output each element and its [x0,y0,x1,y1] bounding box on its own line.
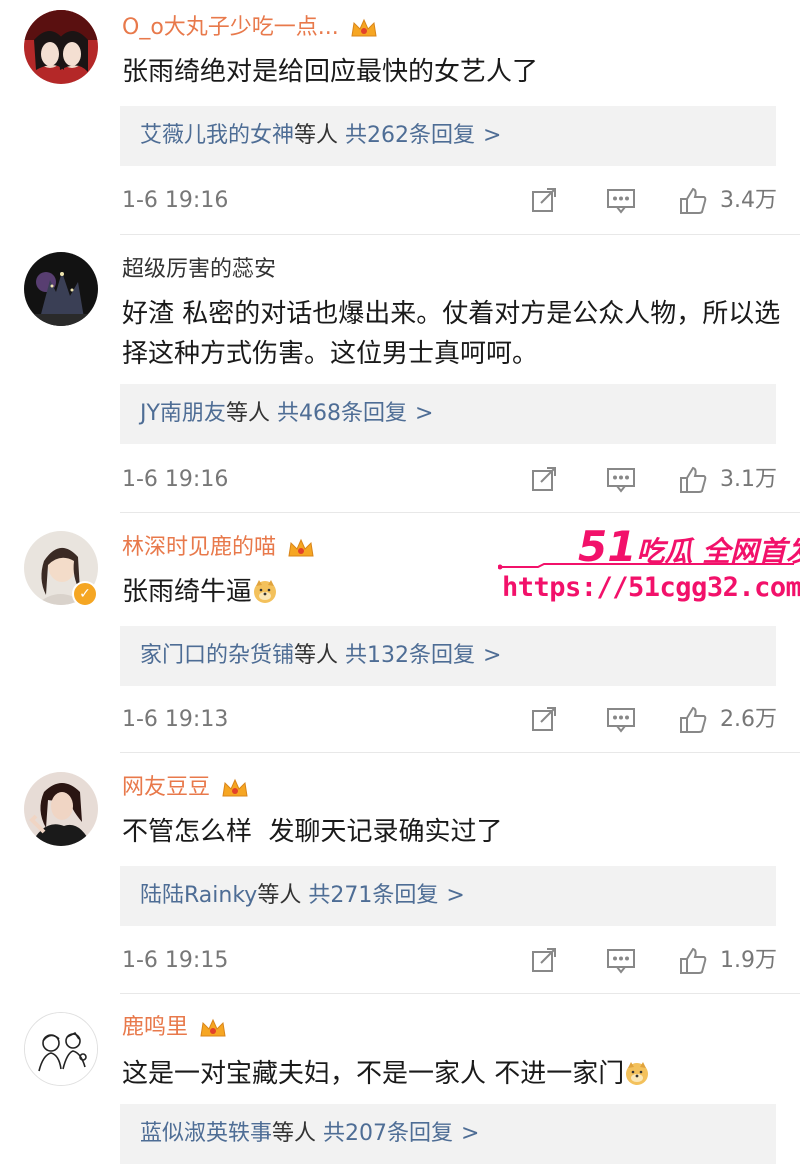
timestamp: 1-6 19:15 [122,948,229,973]
like-count: 3.1万 [720,467,777,492]
replies-preview[interactable]: 陆陆Rainky等人 共271条回复 > [120,866,776,926]
share-icon[interactable] [530,705,558,735]
chevron-right-icon: > [414,401,434,426]
divider [120,234,800,235]
comment-icon[interactable] [606,465,636,495]
divider [120,752,800,753]
username[interactable]: O_o大丸子少吃一点... [122,14,379,42]
comment-meta: 1-6 19:16 3.4万 [122,186,778,216]
username[interactable]: 网友豆豆 [122,774,250,802]
like-icon[interactable] [678,946,708,976]
comment-icon[interactable] [606,946,636,976]
crown-icon [286,536,316,560]
avatar[interactable] [24,252,98,326]
timestamp: 1-6 19:16 [122,188,229,213]
watermark: 51吃瓜 全网首发 https://51cgg32.com [498,522,800,614]
replies-preview[interactable]: 艾薇儿我的女神等人 共262条回复 > [120,106,776,166]
share-icon[interactable] [530,465,558,495]
share-icon[interactable] [530,946,558,976]
like-count: 1.9万 [720,948,777,973]
like-count: 2.6万 [720,707,777,732]
username[interactable]: 超级厉害的蕊安 [122,256,276,284]
timestamp: 1-6 19:13 [122,707,229,732]
doge-emoji [252,576,278,603]
crown-icon [220,776,250,800]
username[interactable]: 林深时见鹿的喵 [122,534,316,562]
comment-text: 不管怎么样 发聊天记录确实过了 [122,817,503,847]
comment-meta: 1-6 19:13 2.6万 [122,705,778,735]
comment-text: 张雨绮绝对是给回应最快的女艺人了 [122,57,539,87]
avatar[interactable] [24,772,98,846]
chevron-right-icon: > [461,1121,480,1146]
like-icon[interactable] [678,186,708,216]
comment-icon[interactable] [606,705,636,735]
comment-meta: 1-6 19:16 3.1万 [122,465,778,495]
verified-icon: ✓ [72,581,98,607]
comment-text: 好渣 私密的对话也爆出来。仗着对方是公众人物，所以选择这种方式伤害。这位男士真呵… [122,299,781,369]
chevron-right-icon: > [483,643,502,668]
like-count: 3.4万 [720,188,777,213]
like-icon[interactable] [678,465,708,495]
comment-icon[interactable] [606,186,636,216]
replies-preview[interactable]: 蓝似淑英轶事等人 共207条回复 > [120,1104,776,1164]
divider [120,993,800,994]
avatar[interactable] [24,1012,98,1086]
avatar[interactable] [24,10,98,84]
watermark-underline [498,563,794,570]
share-icon[interactable] [530,186,558,216]
doge-emoji [624,1058,650,1085]
crown-icon [198,1016,228,1040]
crown-icon [349,16,379,40]
comment-text: 这是一对宝藏夫妇，不是一家人 不进一家门 [122,1054,782,1094]
divider [120,512,800,513]
username[interactable]: 鹿鸣里 [122,1014,228,1042]
like-icon[interactable] [678,705,708,735]
replies-preview[interactable]: JY南朋友等人 共468条回复 > [120,384,776,444]
chevron-right-icon: > [483,123,502,148]
timestamp: 1-6 19:16 [122,467,229,492]
watermark-url: https://51cgg32.com [502,572,800,603]
chevron-right-icon: > [446,883,465,908]
comment-meta: 1-6 19:15 1.9万 [122,946,778,976]
replies-preview[interactable]: 家门口的杂货铺等人 共132条回复 > [120,626,776,686]
